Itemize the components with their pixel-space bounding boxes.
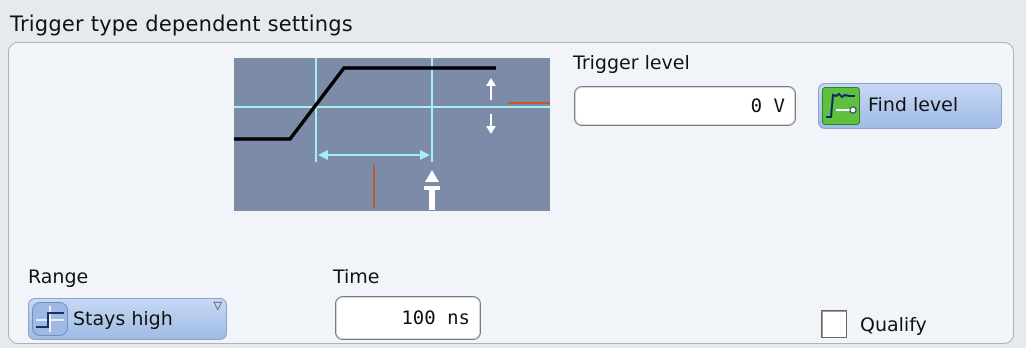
trigger-marker <box>425 170 439 182</box>
find-level-button[interactable]: Find level <box>818 83 1002 129</box>
trigger-level-input[interactable]: 0 V <box>574 86 796 126</box>
find-level-label: Find level <box>868 94 959 116</box>
range-label: Range <box>28 266 89 288</box>
waveform-find-icon <box>822 87 860 130</box>
qualify-checkbox[interactable] <box>821 310 847 338</box>
time-input[interactable]: 100 ns <box>335 296 481 340</box>
range-value: Stays high <box>73 308 173 330</box>
trigger-settings-panel: Trigger type dependent settings Trigger … <box>0 0 1026 348</box>
trigger-level-label: Trigger level <box>573 52 690 74</box>
rising-step-icon <box>32 302 68 341</box>
trigger-diagram-graphic <box>234 58 550 210</box>
time-label: Time <box>333 266 380 288</box>
section-title: Trigger type dependent settings <box>10 12 353 36</box>
signal-trace <box>234 66 496 141</box>
trigger-diagram <box>234 58 550 211</box>
range-dropdown[interactable]: Stays high ▽ <box>28 298 227 340</box>
section-header: Trigger type dependent settings <box>0 0 1026 42</box>
chevron-down-icon: ▽ <box>213 299 222 312</box>
qualify-label: Qualify <box>860 314 927 336</box>
